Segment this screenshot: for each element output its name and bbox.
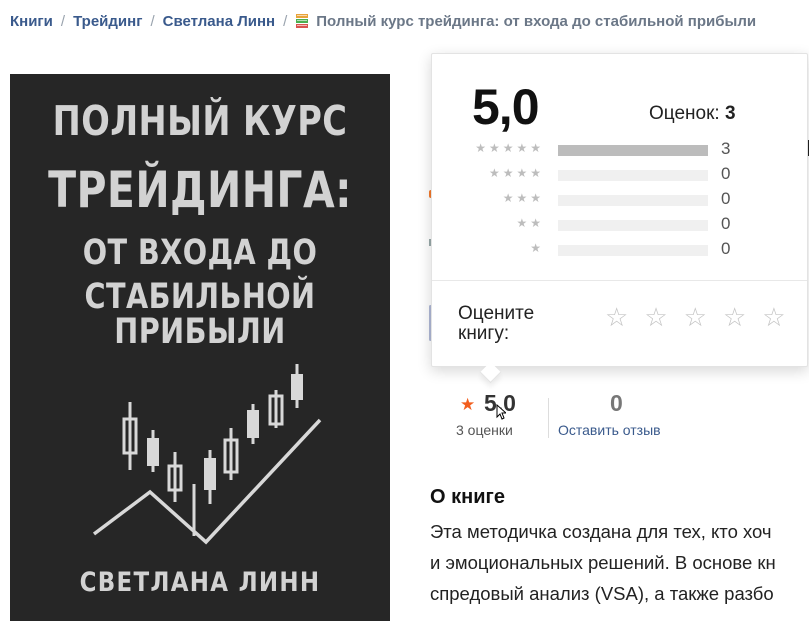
about-text-line: Эта методичка создана для тех, кто хоч xyxy=(430,521,772,542)
breadcrumb-separator: / xyxy=(60,12,66,30)
cover-title-line: ОТ ВХОДА ДО xyxy=(82,233,318,273)
distribution-row-5: ★★★★★ 3 xyxy=(432,139,807,159)
distribution-bar xyxy=(558,195,708,206)
distribution-count: 0 xyxy=(721,164,731,183)
popup-ratings-count: Оценок: 3 xyxy=(649,103,736,125)
rate-star-4-icon[interactable]: ☆ xyxy=(723,304,746,330)
distribution-bar xyxy=(558,245,708,256)
distribution-count: 0 xyxy=(721,189,731,208)
about-text-line: и эмоциональных решений. В основе кн xyxy=(430,552,776,573)
about-title: О книге xyxy=(430,486,505,508)
rate-book-label-line: Оцените xyxy=(458,303,535,324)
breadcrumb-separator: / xyxy=(150,12,155,30)
rate-book-label: Оцените книгу: xyxy=(458,304,534,344)
distribution-count: 0 xyxy=(721,214,731,233)
book-cover[interactable]: ПОЛНЫЙ КУРС ТРЕЙДИНГА: ОТ ВХОДА ДО СТАБИ… xyxy=(10,74,390,621)
leave-review-link[interactable]: Оставить отзыв xyxy=(558,422,661,438)
rate-stars: ☆ ☆ ☆ ☆ ☆ xyxy=(605,304,786,330)
popup-divider xyxy=(432,280,807,281)
book-stack-icon xyxy=(296,14,309,28)
rate-book-label-line: книгу: xyxy=(458,323,510,344)
summary-divider xyxy=(548,398,549,438)
rate-star-5-icon[interactable]: ☆ xyxy=(762,304,785,330)
breadcrumb-books[interactable]: Книги xyxy=(10,13,53,30)
mouse-cursor-icon xyxy=(496,404,506,420)
breadcrumb-separator: / xyxy=(283,12,288,30)
one-star-icon: ★ xyxy=(530,241,544,255)
distribution-bar xyxy=(558,145,708,156)
ratings-count-value: 3 xyxy=(724,103,736,124)
about-text-line: спредовый анализ (VSA), а также разбо xyxy=(430,583,774,604)
rate-star-3-icon[interactable]: ☆ xyxy=(684,304,707,330)
breadcrumb-trading[interactable]: Трейдинг xyxy=(73,13,142,30)
reviews-count: 0 xyxy=(610,390,623,416)
distribution-row-3: ★★★ 0 xyxy=(432,189,807,209)
breadcrumb: Книги / Трейдинг / Светлана Линн / Полны… xyxy=(10,11,756,31)
distribution-bar xyxy=(558,220,708,231)
distribution-row-4: ★★★★ 0 xyxy=(432,164,807,184)
rate-star-2-icon[interactable]: ☆ xyxy=(644,304,667,330)
popup-arrow xyxy=(479,361,502,384)
popup-average-rating: 5,0 xyxy=(472,79,540,135)
ratings-count[interactable]: 3 оценки xyxy=(456,422,513,438)
distribution-count: 0 xyxy=(721,239,731,258)
two-stars-icon: ★★ xyxy=(516,216,544,230)
breadcrumb-author[interactable]: Светлана Линн xyxy=(163,13,275,30)
distribution-row-2: ★★ 0 xyxy=(432,214,807,234)
cover-title-line: ПОЛНЫЙ КУРС xyxy=(52,97,348,145)
three-stars-icon: ★★★ xyxy=(502,191,544,205)
candlestick-chart-illustration xyxy=(92,364,322,545)
cover-title-line: ТРЕЙДИНГА: xyxy=(48,161,352,219)
ratings-count-label: Оценок: xyxy=(649,103,720,124)
breadcrumb-current: Полный курс трейдинга: от входа до стаби… xyxy=(316,12,757,30)
four-stars-icon: ★★★★ xyxy=(488,166,544,180)
distribution-bar-fill xyxy=(558,145,708,156)
distribution-bar xyxy=(558,170,708,181)
five-stars-icon: ★★★★★ xyxy=(475,141,544,155)
rate-star-1-icon[interactable]: ☆ xyxy=(605,304,628,330)
cover-author: СВЕТЛАНА ЛИНН xyxy=(79,567,321,598)
rating-popup: 5,0 Оценок: 3 ★★★★★ 3 ★★★★ 0 ★★★ 0 ★★ 0 … xyxy=(431,53,808,384)
distribution-count: 3 xyxy=(721,139,731,158)
distribution-row-1: ★ 0 xyxy=(432,239,807,259)
rating-star-icon: ★ xyxy=(460,395,476,414)
